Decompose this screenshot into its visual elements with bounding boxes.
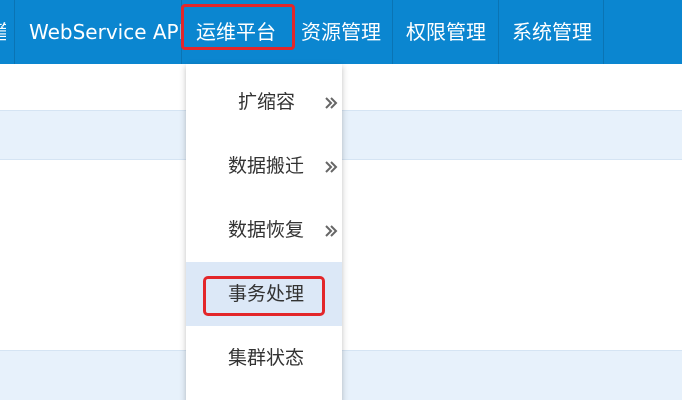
transaction-highlight-box — [203, 276, 325, 316]
double-chevron-right-icon — [325, 225, 338, 237]
menu-item-data-recovery[interactable]: 数据恢复 — [186, 198, 342, 262]
nav-item-partial-label: 管 — [0, 20, 6, 44]
top-navbar: 管 WebService API 运维平台 资源管理 权限管理 系统管理 — [0, 0, 682, 64]
nav-divider — [392, 0, 393, 64]
menu-item-label: 扩缩容 — [238, 91, 296, 113]
nav-item-label: 权限管理 — [406, 20, 486, 44]
nav-item-permission-management[interactable]: 权限管理 — [406, 0, 486, 64]
nav-item-label: 系统管理 — [512, 20, 592, 44]
nav-item-partial[interactable]: 管 — [0, 0, 6, 64]
menu-item-label: 数据搬迁 — [228, 155, 305, 177]
menu-item-data-migration[interactable]: 数据搬迁 — [186, 134, 342, 198]
ops-platform-dropdown: 扩缩容 数据搬迁 数据恢复 事务处理 集群状态 — [186, 64, 342, 400]
nav-item-label: WebService API — [29, 20, 185, 44]
nav-item-webservice-api[interactable]: WebService API — [29, 0, 185, 64]
nav-divider — [14, 0, 15, 64]
double-chevron-right-icon — [325, 161, 338, 173]
nav-item-label: 资源管理 — [301, 20, 381, 44]
nav-item-resource-management[interactable]: 资源管理 — [301, 0, 381, 64]
double-chevron-right-icon — [325, 97, 338, 109]
ops-platform-highlight-box — [181, 4, 295, 50]
nav-divider — [603, 0, 604, 64]
nav-item-system-management[interactable]: 系统管理 — [512, 0, 592, 64]
menu-item-scale[interactable]: 扩缩容 — [186, 70, 342, 134]
menu-item-label: 数据恢复 — [228, 219, 305, 241]
nav-divider — [498, 0, 499, 64]
menu-item-cluster-status[interactable]: 集群状态 — [186, 326, 342, 390]
menu-item-label: 集群状态 — [228, 347, 305, 369]
menu-item-transaction-processing[interactable]: 事务处理 — [186, 262, 342, 326]
page: 管 WebService API 运维平台 资源管理 权限管理 系统管理 扩缩容 — [0, 0, 682, 400]
